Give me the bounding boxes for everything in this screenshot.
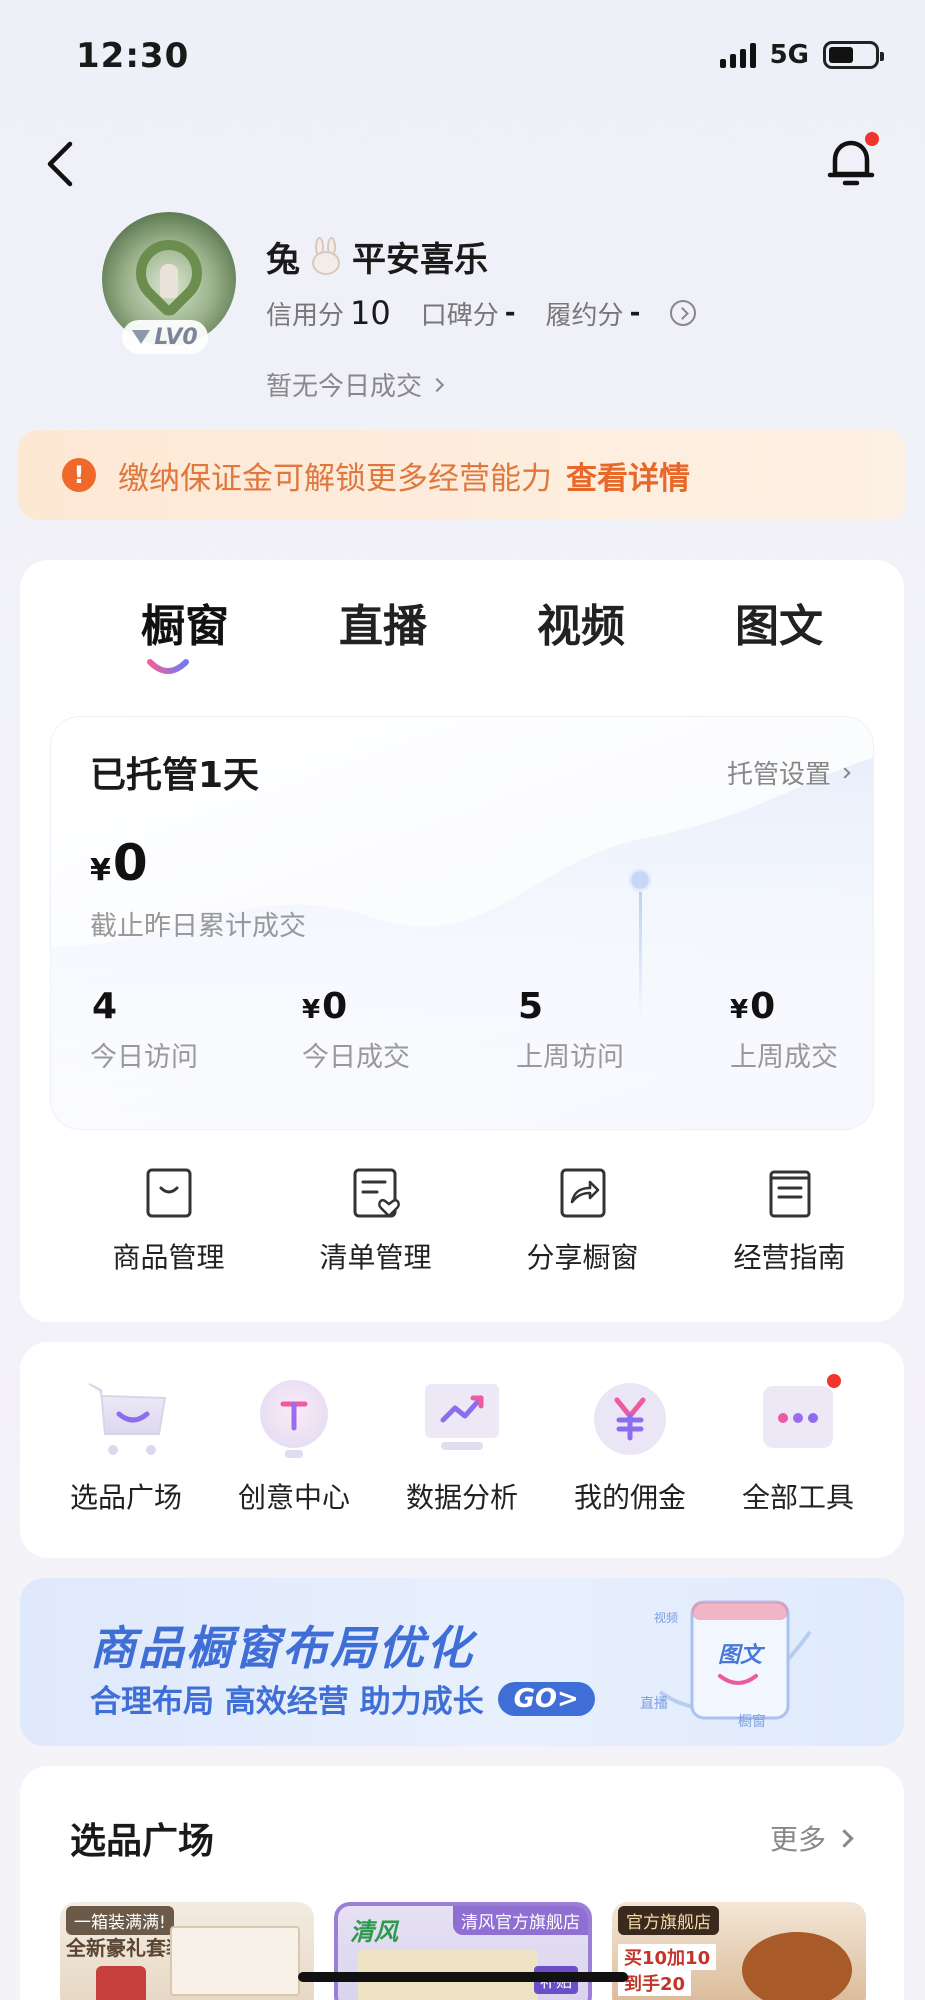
more-link[interactable]: 更多 [770,1818,854,1858]
tab-video[interactable]: 视频 [482,590,680,654]
share-window-button[interactable]: 分享橱窗 [479,1166,686,1276]
home-indicator[interactable] [298,1972,628,1982]
chevron-left-icon [47,141,73,187]
tab-live[interactable]: 直播 [284,590,482,654]
selection-square-button[interactable]: 选品广场 [42,1376,210,1516]
score-row[interactable]: 信用分 10 口碑分 - 履约分 - [266,294,697,332]
list-management-button[interactable]: 清单管理 [272,1166,479,1276]
warning-icon: ! [62,458,96,492]
my-commission-button[interactable]: 我的佣金 [546,1376,714,1516]
signal-icon [719,42,756,68]
phone-illustration-icon: 图文 视频 直播 橱窗 [640,1600,812,1729]
svg-text:橱窗: 橱窗 [738,1713,766,1729]
kpi-last-week-sales[interactable]: ¥0 上周成交 [730,986,838,1074]
bag-icon [146,1168,191,1218]
banner-title: 商品橱窗布局优化 [90,1621,474,1675]
all-tools-button[interactable]: 全部工具 [714,1374,882,1516]
battery-icon [823,41,884,69]
creative-center-button[interactable]: 创意中心 [210,1376,378,1516]
status-time: 12:30 [76,36,190,76]
hosting-title: 已托管1天 [90,755,260,796]
reputation-score: - [504,298,516,328]
cart-icon [83,1376,169,1462]
chevron-right-icon [429,377,445,392]
view-details-link[interactable]: 查看详情 [566,453,690,498]
cumulative-sales: ¥ 0 [90,834,148,892]
kpi-today-visits[interactable]: 4 今日访问 [90,986,198,1074]
network-type: 5G [769,40,809,70]
banner-subtitle: 合理布局 高效经营 助力成长 GO> [90,1676,595,1721]
guide-icon [769,1170,810,1218]
chart-pin-line [639,880,642,1020]
product-card[interactable]: 官方旗舰店 买10加10 到手20 [612,1902,866,2000]
fulfillment-score: - [629,298,641,328]
active-tab-indicator [147,659,189,674]
back-button[interactable] [40,138,84,190]
notification-button[interactable] [821,132,881,192]
svg-text:图文: 图文 [718,1642,766,1667]
window-tools: 商品管理 清单管理 分享橱窗 经营指南 [20,1166,904,1276]
chevron-circle-icon[interactable] [670,300,697,326]
product-card[interactable]: 一箱装满满! 全新豪礼套装 [60,1902,314,2000]
bulb-icon [251,1376,337,1462]
list-heart-icon [353,1168,400,1218]
selection-title: 选品广场 [70,1821,215,1862]
product-card[interactable]: 清风 清风官方旗舰店 补贴 [334,1902,592,2000]
level-icon [132,330,151,344]
status-indicators: 5G [719,40,884,70]
cumulative-sales-label: 截止昨日累计成交 [90,911,306,942]
kpi-today-sales[interactable]: ¥0 今日成交 [302,986,410,1074]
content-tabs: 橱窗 直播 视频 图文 [20,590,904,654]
credit-score: 10 [350,294,391,332]
hosting-settings-link[interactable]: 托管设置 [727,754,851,791]
tab-image-text[interactable]: 图文 [680,590,878,654]
business-guide-button[interactable]: 经营指南 [686,1166,893,1276]
notification-dot [865,132,879,146]
go-button[interactable]: GO> [497,1681,595,1716]
deposit-notice[interactable]: ! 缴纳保证金可解锁更多经营能力 查看详情 [18,430,906,520]
level-badge: LV0 [122,320,208,354]
today-deal-link[interactable]: 暂无今日成交 [266,366,445,403]
svg-text:直播: 直播 [640,1695,668,1711]
tab-window[interactable]: 橱窗 [86,590,284,654]
chart-icon [419,1376,505,1462]
bunny-emoji-icon [306,236,346,277]
data-analysis-button[interactable]: 数据分析 [378,1376,546,1516]
new-badge-dot [827,1374,841,1388]
kpi-last-week-visits[interactable]: 5 上周访问 [516,986,624,1074]
svg-text:视频: 视频 [654,1610,678,1625]
chevron-right-icon [835,1828,854,1848]
yen-icon [587,1376,673,1462]
tool-shortcuts: 选品广场 创意中心 数据分析 我的佣金 全部工具 [20,1374,904,1516]
nickname: 兔 平安喜乐 [266,232,488,281]
more-icon [755,1374,841,1462]
share-icon [560,1168,605,1218]
chevron-right-icon [839,766,851,779]
chart-pin-dot [628,868,652,892]
product-management-button[interactable]: 商品管理 [65,1166,272,1276]
